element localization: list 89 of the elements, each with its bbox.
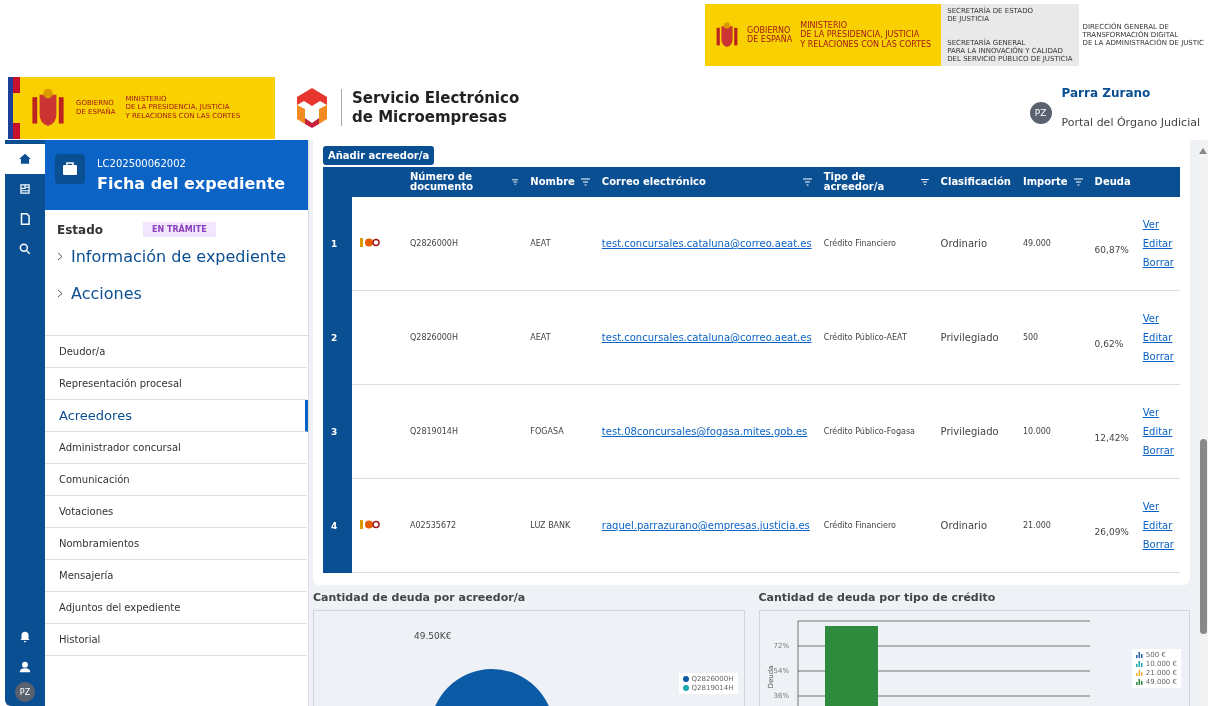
table-cell: 26,09% [1088, 478, 1137, 573]
bell-icon [18, 630, 32, 644]
column-header: Correo electrónico [595, 167, 818, 197]
row-action-link[interactable]: Borrar [1142, 445, 1174, 456]
agency-logo [358, 517, 380, 532]
chevron-icon [57, 289, 63, 298]
table-cell: LUZ BANK [524, 478, 596, 573]
row-action-link[interactable]: Editar [1142, 520, 1174, 531]
row-action-link[interactable]: Ver [1142, 501, 1174, 512]
email-link[interactable]: test.08concursales@fogasa.mites.gob.es [601, 426, 808, 437]
row-action-link[interactable]: Ver [1142, 219, 1174, 230]
table-cell: 49.000 [1016, 197, 1089, 291]
filter-icon[interactable] [511, 178, 519, 186]
status-label: Estado [57, 222, 103, 237]
chevron-icon [57, 252, 63, 261]
table-cell: Privilegiado [934, 384, 1017, 479]
row-action-link[interactable]: Editar [1142, 332, 1174, 343]
table-cell: AEAT [524, 197, 596, 291]
row-number: 1 [323, 197, 352, 291]
newspaper-icon [18, 182, 32, 196]
column-header: Importe [1016, 167, 1089, 197]
table-cell: Ordinario [934, 478, 1017, 573]
slice-label: 49.50K€ [414, 631, 452, 642]
accordion-section[interactable]: Acciones [45, 284, 308, 303]
row-action-link[interactable]: Editar [1142, 238, 1174, 249]
filter-icon[interactable] [580, 178, 590, 186]
row-number: 2 [323, 290, 352, 385]
table-cell: Ordinario [934, 197, 1017, 291]
table-cell: FOGASA [524, 384, 596, 479]
file-title: Ficha del expediente [97, 173, 286, 193]
table-cell: Q2826000H [404, 290, 525, 385]
table-cell: Crédito Financiero [817, 197, 935, 291]
app-title: Servicio Electrónico de Microempresas [341, 88, 520, 127]
column-header: Nombre [524, 167, 596, 197]
user-avatar[interactable]: PZ [15, 682, 35, 702]
file-code: LC202500062002 [97, 157, 187, 169]
user-name: Parra Zurano [1061, 86, 1152, 100]
filter-icon[interactable] [802, 178, 812, 186]
column-header: Número de documento [404, 167, 525, 197]
row-number: 3 [323, 384, 352, 479]
scroll-up-icon[interactable] [1199, 148, 1207, 154]
row-action-link[interactable]: Ver [1142, 407, 1174, 418]
row-action-link[interactable]: Editar [1142, 426, 1174, 437]
government-name: GOBIERNO DE ESPAÑA [747, 25, 793, 45]
row-action-link[interactable]: Borrar [1142, 351, 1174, 362]
chart-title: Cantidad de deuda por tipo de crédito [758, 591, 997, 604]
row-number: 4 [323, 478, 352, 573]
table-cell: 60,87% [1088, 197, 1137, 291]
row-action-link[interactable]: Borrar [1142, 539, 1174, 550]
search-icon [18, 242, 32, 256]
accordion-section[interactable]: Información de expediente [45, 247, 308, 266]
chart-title: Cantidad de deuda por acreedor/a [313, 591, 527, 604]
portal-name: Portal del Órgano Judicial [1061, 116, 1200, 129]
nav-item[interactable]: Acreedores [45, 400, 308, 432]
table-cell: Crédito Público-Fogasa [817, 384, 935, 479]
table-cell: 10.000 [1016, 384, 1089, 479]
column-header: Clasificación [934, 167, 1017, 197]
rail-button[interactable] [5, 144, 45, 174]
scrollbar-thumb[interactable] [1199, 439, 1207, 634]
table-cell: Crédito Público-AEAT [817, 290, 935, 385]
row-action-link[interactable]: Borrar [1142, 257, 1174, 268]
table-cell: AEAT [524, 290, 596, 385]
user-icon [18, 660, 32, 674]
table-cell: 21.000 [1016, 478, 1089, 573]
briefcase-icon [55, 154, 85, 184]
column-header: Deuda [1088, 167, 1137, 197]
table-cell: Crédito Financiero [817, 478, 935, 573]
scrollbar[interactable] [1198, 140, 1208, 706]
file-icon [18, 212, 32, 226]
home-icon [18, 152, 32, 166]
table-cell: Q2826000H [404, 197, 525, 291]
table-cell: Privilegiado [934, 290, 1017, 385]
table-cell: 0,62% [1088, 290, 1137, 385]
user-avatar[interactable]: PZ [1029, 102, 1052, 124]
email-link[interactable]: test.concursales.cataluna@correo.aeat.es [601, 238, 812, 249]
filter-icon[interactable] [920, 178, 929, 186]
table-cell: 12,42% [1088, 384, 1137, 479]
status-badge: EN TRÁMITE [143, 222, 216, 237]
table-cell: A02535672 [404, 478, 525, 573]
row-action-link[interactable]: Ver [1142, 313, 1174, 324]
filter-icon[interactable] [1073, 178, 1083, 186]
ministry-name: MINISTERIO DE LA PRESIDENCIA, JUSTICIA Y RELACIONES CON LAS CORTES [800, 21, 932, 49]
table-cell: 500 [1016, 290, 1089, 385]
add-creditor-button[interactable]: Añadir acreedor/a [323, 146, 435, 165]
agency-logo [358, 235, 380, 250]
column-header: Tipo de acreedor/a [817, 167, 935, 197]
table-cell: Q2819014H [404, 384, 525, 479]
email-link[interactable]: test.concursales.cataluna@correo.aeat.es [601, 332, 812, 343]
email-link[interactable]: raquel.parrazurano@empresas.justicia.es [601, 520, 810, 531]
